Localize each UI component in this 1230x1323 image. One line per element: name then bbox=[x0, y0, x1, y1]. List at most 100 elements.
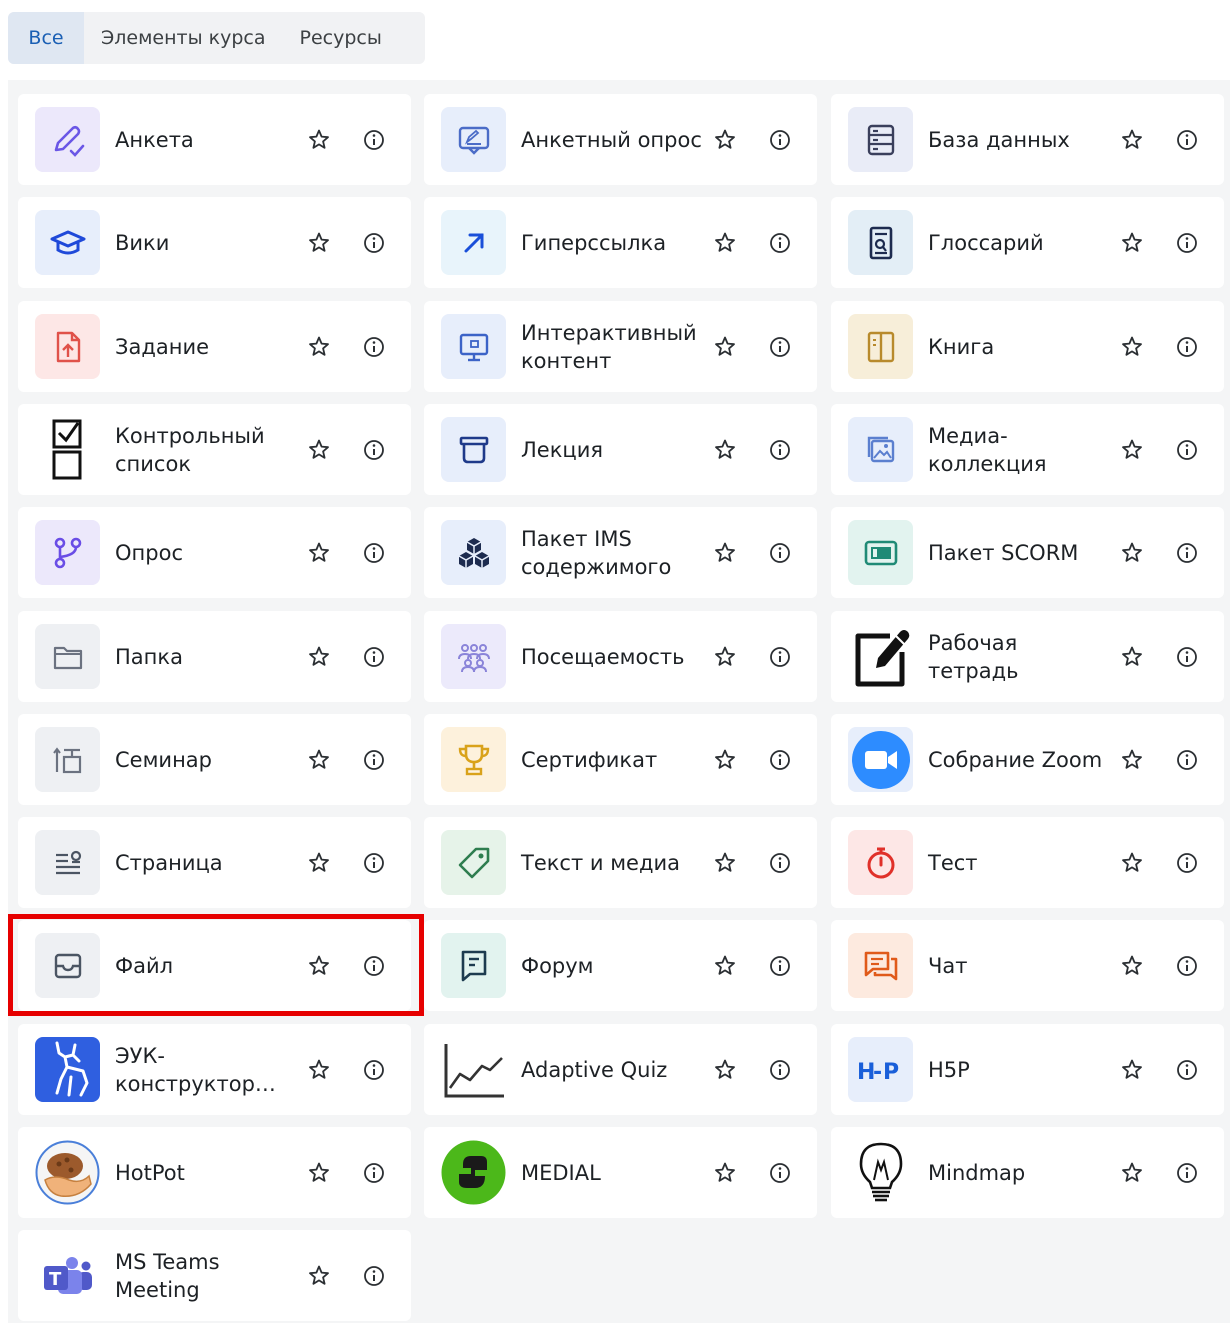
module-card[interactable]: Книга bbox=[831, 301, 1224, 392]
info-icon[interactable] bbox=[1174, 747, 1200, 773]
star-icon[interactable] bbox=[712, 850, 738, 876]
module-card[interactable]: Сертификат bbox=[424, 714, 817, 805]
module-card[interactable]: Чат bbox=[831, 920, 1224, 1011]
info-icon[interactable] bbox=[767, 127, 793, 153]
star-icon[interactable] bbox=[712, 953, 738, 979]
tab-activities[interactable]: Элементы курса bbox=[84, 12, 283, 64]
star-icon[interactable] bbox=[712, 230, 738, 256]
info-icon[interactable] bbox=[767, 437, 793, 463]
module-card[interactable]: H - P H5P bbox=[831, 1024, 1224, 1115]
star-icon[interactable] bbox=[1119, 230, 1145, 256]
module-card[interactable]: Анкета bbox=[18, 94, 411, 185]
tab-all[interactable]: Все bbox=[8, 12, 84, 64]
info-icon[interactable] bbox=[767, 540, 793, 566]
tab-resources[interactable]: Ресурсы bbox=[283, 12, 399, 64]
star-icon[interactable] bbox=[306, 1160, 332, 1186]
module-card[interactable]: Страница bbox=[18, 817, 411, 908]
star-icon[interactable] bbox=[1119, 747, 1145, 773]
module-card[interactable]: Задание bbox=[18, 301, 411, 392]
info-icon[interactable] bbox=[361, 437, 387, 463]
module-card[interactable]: Посещаемость bbox=[424, 611, 817, 702]
star-icon[interactable] bbox=[1119, 1057, 1145, 1083]
star-icon[interactable] bbox=[306, 1057, 332, 1083]
module-card[interactable]: HotPot bbox=[18, 1127, 411, 1218]
module-card[interactable]: Рабочая тетрадь bbox=[831, 611, 1224, 702]
star-icon[interactable] bbox=[712, 1160, 738, 1186]
info-icon[interactable] bbox=[361, 540, 387, 566]
info-icon[interactable] bbox=[361, 334, 387, 360]
star-icon[interactable] bbox=[306, 644, 332, 670]
module-card[interactable]: Собрание Zoom bbox=[831, 714, 1224, 805]
star-icon[interactable] bbox=[306, 540, 332, 566]
module-card[interactable]: Интерактивный контент bbox=[424, 301, 817, 392]
info-icon[interactable] bbox=[1174, 334, 1200, 360]
star-icon[interactable] bbox=[1119, 850, 1145, 876]
info-icon[interactable] bbox=[1174, 437, 1200, 463]
module-card[interactable]: Анкетный опрос bbox=[424, 94, 817, 185]
module-card[interactable]: Семинар bbox=[18, 714, 411, 805]
star-icon[interactable] bbox=[1119, 953, 1145, 979]
module-card[interactable]: T MS Teams Meeting bbox=[18, 1230, 411, 1321]
info-icon[interactable] bbox=[361, 644, 387, 670]
module-card[interactable]: Файл bbox=[18, 920, 411, 1011]
info-icon[interactable] bbox=[361, 230, 387, 256]
info-icon[interactable] bbox=[1174, 1160, 1200, 1186]
info-icon[interactable] bbox=[767, 747, 793, 773]
info-icon[interactable] bbox=[767, 334, 793, 360]
star-icon[interactable] bbox=[712, 540, 738, 566]
module-card[interactable]: Вики bbox=[18, 197, 411, 288]
module-card[interactable]: Папка bbox=[18, 611, 411, 702]
star-icon[interactable] bbox=[1119, 644, 1145, 670]
info-icon[interactable] bbox=[361, 1263, 387, 1289]
module-card[interactable]: Форум bbox=[424, 920, 817, 1011]
star-icon[interactable] bbox=[306, 437, 332, 463]
info-icon[interactable] bbox=[767, 850, 793, 876]
star-icon[interactable] bbox=[712, 127, 738, 153]
info-icon[interactable] bbox=[1174, 230, 1200, 256]
info-icon[interactable] bbox=[767, 1057, 793, 1083]
star-icon[interactable] bbox=[712, 1057, 738, 1083]
star-icon[interactable] bbox=[306, 953, 332, 979]
module-card[interactable]: Тест bbox=[831, 817, 1224, 908]
star-icon[interactable] bbox=[1119, 437, 1145, 463]
module-card[interactable]: Медиа-коллекция bbox=[831, 404, 1224, 495]
star-icon[interactable] bbox=[306, 1263, 332, 1289]
module-card[interactable]: Adaptive Quiz bbox=[424, 1024, 817, 1115]
star-icon[interactable] bbox=[1119, 540, 1145, 566]
info-icon[interactable] bbox=[1174, 953, 1200, 979]
info-icon[interactable] bbox=[361, 747, 387, 773]
module-card[interactable]: Пакет SCORM bbox=[831, 507, 1224, 598]
info-icon[interactable] bbox=[361, 127, 387, 153]
star-icon[interactable] bbox=[1119, 334, 1145, 360]
module-card[interactable]: ЭУК-конструктор… bbox=[18, 1024, 411, 1115]
info-icon[interactable] bbox=[767, 1160, 793, 1186]
module-card[interactable]: Лекция bbox=[424, 404, 817, 495]
star-icon[interactable] bbox=[306, 334, 332, 360]
info-icon[interactable] bbox=[767, 953, 793, 979]
star-icon[interactable] bbox=[306, 127, 332, 153]
module-card[interactable]: Контрольный список bbox=[18, 404, 411, 495]
star-icon[interactable] bbox=[1119, 1160, 1145, 1186]
star-icon[interactable] bbox=[1119, 127, 1145, 153]
star-icon[interactable] bbox=[712, 437, 738, 463]
module-card[interactable]: Глоссарий bbox=[831, 197, 1224, 288]
info-icon[interactable] bbox=[1174, 540, 1200, 566]
module-card[interactable]: Пакет IMS содержимого bbox=[424, 507, 817, 598]
info-icon[interactable] bbox=[361, 1057, 387, 1083]
module-card[interactable]: Mindmap bbox=[831, 1127, 1224, 1218]
star-icon[interactable] bbox=[306, 747, 332, 773]
module-card[interactable]: MEDIAL bbox=[424, 1127, 817, 1218]
info-icon[interactable] bbox=[1174, 850, 1200, 876]
info-icon[interactable] bbox=[361, 850, 387, 876]
star-icon[interactable] bbox=[306, 850, 332, 876]
module-card[interactable]: Текст и медиа bbox=[424, 817, 817, 908]
star-icon[interactable] bbox=[712, 747, 738, 773]
info-icon[interactable] bbox=[1174, 644, 1200, 670]
info-icon[interactable] bbox=[767, 230, 793, 256]
module-card[interactable]: База данных bbox=[831, 94, 1224, 185]
info-icon[interactable] bbox=[1174, 1057, 1200, 1083]
info-icon[interactable] bbox=[361, 1160, 387, 1186]
module-card[interactable]: Опрос bbox=[18, 507, 411, 598]
star-icon[interactable] bbox=[306, 230, 332, 256]
info-icon[interactable] bbox=[361, 953, 387, 979]
